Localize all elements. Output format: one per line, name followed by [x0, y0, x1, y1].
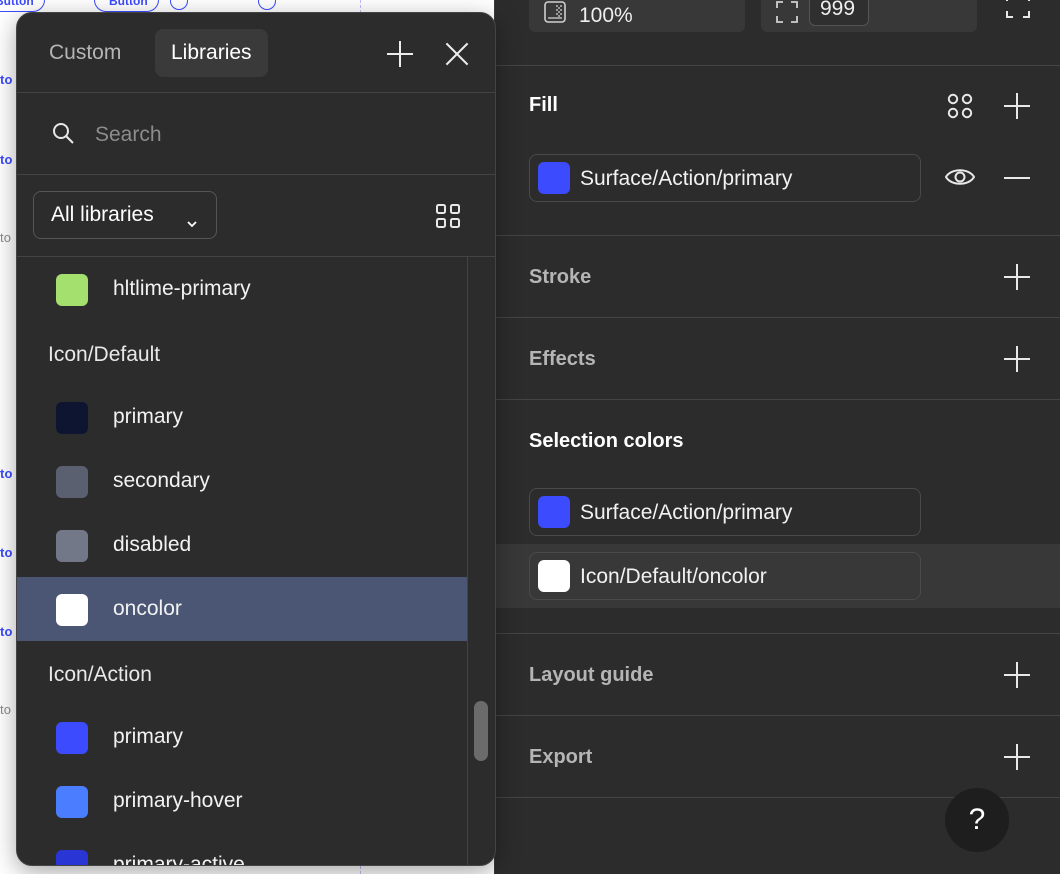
color-swatch	[56, 274, 88, 306]
color-swatch	[56, 722, 88, 754]
color-label: primary-hover	[113, 789, 243, 812]
color-label: primary-active	[113, 853, 245, 866]
list-item[interactable]: primary	[17, 705, 467, 769]
add-effect-button[interactable]	[1004, 346, 1030, 372]
list-item[interactable]: hltlime-primary	[17, 257, 467, 321]
stroke-section: Stroke	[495, 236, 1060, 318]
canvas-fragment: to	[0, 466, 13, 481]
tab-custom[interactable]: Custom	[33, 29, 137, 77]
canvas-fragment: to	[0, 152, 13, 167]
remove-fill-button[interactable]	[1004, 177, 1030, 179]
color-library-popup: Custom Libraries All libraries	[16, 12, 496, 866]
selection-color-row[interactable]: Icon/Default/oncolor	[529, 552, 921, 600]
color-swatch	[56, 786, 88, 818]
color-label: oncolor	[113, 597, 182, 620]
fill-style-label: Surface/Action/primary	[580, 167, 793, 190]
list-item[interactable]: primary-active	[17, 833, 467, 866]
stroke-title: Stroke	[529, 266, 592, 288]
canvas-button-fragment: Button	[0, 0, 45, 12]
search-icon	[51, 121, 75, 150]
popup-filter-row: All libraries	[17, 175, 495, 257]
color-label: hltlime-primary	[113, 277, 251, 300]
selection-color-label: Surface/Action/primary	[580, 501, 793, 524]
corner-radius-field[interactable]: 999	[761, 0, 977, 32]
color-label: secondary	[113, 469, 210, 492]
selection-color-swatch[interactable]	[538, 560, 570, 592]
color-swatch	[56, 530, 88, 562]
canvas-button-component: Button	[94, 0, 159, 12]
styles-grid-icon[interactable]	[946, 92, 974, 125]
canvas-fragment: to	[0, 624, 13, 639]
properties-panel: 100% 999 Fill Surface/Action/primary Str…	[494, 0, 1060, 874]
popup-header: Custom Libraries	[17, 13, 495, 93]
opacity-icon	[543, 0, 567, 29]
color-swatch	[56, 594, 88, 626]
library-filter-dropdown[interactable]: All libraries	[33, 191, 217, 239]
group-header: Icon/Default	[48, 343, 161, 366]
grid-view-icon[interactable]	[435, 203, 461, 234]
selection-color-label: Icon/Default/oncolor	[580, 565, 767, 588]
canvas-fragment: to	[0, 230, 12, 245]
export-section: Export	[495, 716, 1060, 798]
canvas-ring-shape	[170, 0, 188, 10]
canvas-fragment: to	[0, 702, 12, 717]
add-stroke-button[interactable]	[1004, 264, 1030, 290]
group-header: Icon/Action	[48, 663, 152, 686]
fill-section: Fill Surface/Action/primary	[495, 66, 1060, 236]
popup-search	[17, 93, 495, 175]
list-item[interactable]: disabled	[17, 513, 467, 577]
selection-colors-section: Selection colors Surface/Action/primary …	[495, 400, 1060, 634]
canvas-ring-shape	[258, 0, 276, 10]
radius-input[interactable]: 999	[809, 0, 869, 26]
layout-guide-title: Layout guide	[529, 664, 654, 686]
corner-radius-icon	[775, 0, 799, 29]
layout-guide-section: Layout guide	[495, 634, 1060, 716]
selection-colors-title: Selection colors	[529, 430, 684, 452]
app-stage: Button Button to to to to to to to	[0, 0, 1060, 874]
dimension-row: 100% 999	[495, 0, 1060, 66]
add-fill-button[interactable]	[1004, 93, 1030, 119]
list-item[interactable]: secondary	[17, 449, 467, 513]
export-title: Export	[529, 746, 593, 768]
close-icon[interactable]	[444, 41, 470, 67]
effects-section: Effects	[495, 318, 1060, 400]
fill-style-row[interactable]: Surface/Action/primary	[529, 154, 921, 202]
color-label: disabled	[113, 533, 192, 556]
selection-color-swatch[interactable]	[538, 496, 570, 528]
add-layout-guide-button[interactable]	[1004, 662, 1030, 688]
tab-libraries[interactable]: Libraries	[155, 29, 268, 77]
independent-corners-icon[interactable]	[1004, 0, 1032, 25]
fill-color-swatch[interactable]	[538, 162, 570, 194]
color-label: primary	[113, 405, 184, 428]
color-swatch	[56, 402, 88, 434]
list-item[interactable]: primary	[17, 385, 467, 449]
effects-title: Effects	[529, 348, 596, 370]
list-item[interactable]: primary-hover	[17, 769, 467, 833]
search-input[interactable]	[95, 115, 455, 155]
selection-color-row[interactable]: Surface/Action/primary	[529, 488, 921, 536]
opacity-value: 100%	[579, 4, 633, 27]
help-button[interactable]: ?	[945, 788, 1009, 852]
list-item-selected[interactable]: oncolor	[17, 577, 467, 641]
canvas-fragment: to	[0, 545, 13, 560]
library-color-list[interactable]: hltlime-primary Icon/Default primary sec…	[17, 257, 467, 866]
color-swatch	[56, 850, 88, 865]
list-scrollbar-thumb[interactable]	[474, 701, 488, 761]
canvas-fragment: to	[0, 72, 13, 87]
add-style-icon[interactable]	[387, 41, 413, 67]
opacity-field[interactable]: 100%	[529, 0, 745, 32]
chevron-down-icon	[186, 210, 198, 234]
color-swatch	[56, 466, 88, 498]
color-label: primary	[113, 725, 184, 748]
eye-icon[interactable]	[944, 164, 976, 195]
add-export-button[interactable]	[1004, 744, 1030, 770]
fill-title: Fill	[529, 94, 558, 116]
list-scroll-track[interactable]	[467, 257, 468, 865]
